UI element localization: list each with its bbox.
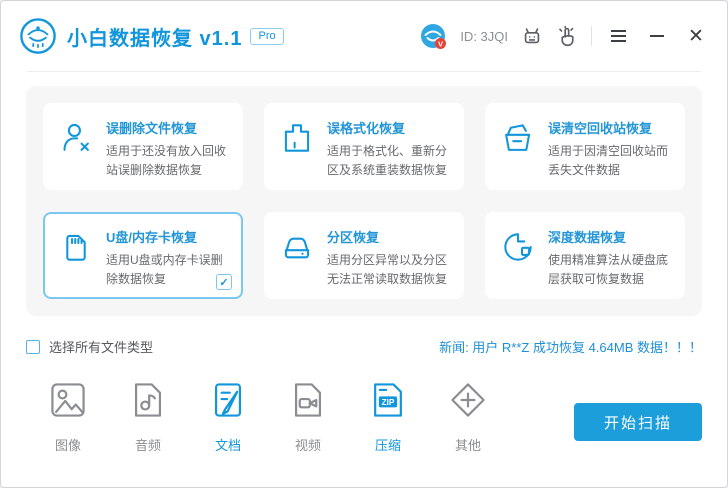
card-desc: 适用分区异常以及分区无法正常读取数据恢复 (327, 253, 448, 286)
filetype-label: 压缩 (374, 438, 401, 454)
card-text: 误格式化恢复 适用于格式化、重新分区及系统重装数据恢复 (327, 116, 452, 179)
card-desc: 适用于因清空回收站而丢失文件数据 (548, 144, 669, 177)
image-file-icon (46, 378, 90, 422)
bottom-row: 图像 音频 文档 视频 ZIP 压缩 其他 开始扫描 (26, 378, 702, 454)
app-logo-icon (19, 17, 57, 55)
video-file-icon (286, 378, 330, 422)
filetype-list: 图像 音频 文档 视频 ZIP 压缩 其他 (26, 378, 508, 454)
select-all-label: 选择所有文件类型 (49, 340, 154, 356)
card-recycle-bin-recovery[interactable]: 误清空回收站恢复 适用于因清空回收站而丢失文件数据 (485, 103, 685, 191)
document-file-icon (206, 378, 250, 422)
card-text: U盘/内存卡恢复 适用U盘或内存卡误删除数据恢复 (106, 225, 231, 288)
user-id-label: ID: 3JQI (460, 28, 508, 44)
card-format-recovery[interactable]: 误格式化恢复 适用于格式化、重新分区及系统重装数据恢复 (264, 103, 464, 191)
card-desc: 适用U盘或内存卡误删除数据恢复 (106, 253, 223, 286)
card-text: 深度数据恢复 使用精准算法从硬盘底层获取可恢复数据 (548, 225, 673, 288)
card-partition-recovery[interactable]: 分区恢复 适用分区异常以及分区无法正常读取数据恢复 (264, 212, 464, 300)
filetype-image[interactable]: 图像 (28, 378, 108, 454)
select-all-filetypes: 选择所有文件类型 (26, 337, 153, 356)
deep-scan-icon (499, 225, 537, 288)
filetype-label: 视频 (294, 438, 321, 454)
filetype-label: 音频 (134, 438, 161, 454)
zip-badge-text: ZIP (382, 398, 395, 407)
filetype-other[interactable]: 其他 (428, 378, 508, 454)
card-deleted-file-recovery[interactable]: 误删除文件恢复 适用于还没有放入回收站误删除数据恢复 (43, 103, 243, 191)
filetype-label: 其他 (454, 438, 481, 454)
format-drive-icon (278, 116, 316, 179)
close-button[interactable]: ✕ (683, 23, 709, 49)
card-deep-recovery[interactable]: 深度数据恢复 使用精准算法从硬盘底层获取可恢复数据 (485, 212, 685, 300)
card-usb-memory-card-recovery[interactable]: U盘/内存卡恢复 适用U盘或内存卡误删除数据恢复 ✓ (43, 212, 243, 300)
card-text: 分区恢复 适用分区异常以及分区无法正常读取数据恢复 (327, 225, 452, 288)
select-all-checkbox[interactable] (26, 339, 40, 354)
titlebar-actions: V ID: 3JQI ✕ (420, 23, 709, 50)
card-desc: 使用精准算法从硬盘底层获取可恢复数据 (548, 253, 669, 286)
card-title: 误清空回收站恢复 (548, 121, 653, 136)
card-desc: 适用于格式化、重新分区及系统重装数据恢复 (327, 144, 448, 177)
titlebar: 小白数据恢复 v1.1 Pro V ID: 3JQI ✕ (1, 1, 727, 71)
filetype-label: 图像 (54, 438, 81, 454)
titlebar-separator (591, 26, 592, 46)
minimize-button[interactable] (644, 23, 670, 49)
card-title: 分区恢复 (327, 230, 380, 246)
menu-button[interactable] (605, 23, 631, 49)
filetype-video[interactable]: 视频 (268, 378, 348, 454)
start-scan-button[interactable]: 开始扫描 (574, 403, 702, 442)
recovery-modes-panel: 误删除文件恢复 适用于还没有放入回收站误删除数据恢复 误格式化恢复 适用于格式化… (26, 86, 702, 317)
user-avatar[interactable]: V (420, 23, 447, 50)
avatar-badge: V (438, 39, 443, 48)
audio-file-icon (126, 378, 170, 422)
app-title: 小白数据恢复 v1.1 (67, 27, 243, 50)
card-title: 误格式化恢复 (327, 121, 406, 136)
hard-drive-icon (278, 225, 316, 288)
pro-badge: Pro (250, 27, 284, 45)
card-desc: 适用于还没有放入回收站误删除数据恢复 (106, 144, 227, 177)
filetype-archive[interactable]: ZIP 压缩 (348, 378, 428, 454)
robot-assistant-icon[interactable] (521, 25, 543, 47)
sd-card-icon (57, 225, 95, 288)
filetype-document[interactable]: 文档 (188, 378, 268, 454)
card-title: U盘/内存卡恢复 (106, 230, 198, 246)
filetype-audio[interactable]: 音频 (108, 378, 188, 454)
options-row: 选择所有文件类型 新闻: 用户 R**Z 成功恢复 4.64MB 数据！！！ (26, 337, 702, 356)
app-window: 小白数据恢复 v1.1 Pro V ID: 3JQI ✕ 误删除文件恢复 适用于… (0, 0, 728, 488)
zip-file-icon: ZIP (366, 378, 410, 422)
user-x-icon (57, 116, 95, 179)
hand-click-icon[interactable] (556, 25, 578, 47)
other-file-icon (446, 378, 490, 422)
card-text: 误清空回收站恢复 适用于因清空回收站而丢失文件数据 (548, 116, 673, 179)
card-title: 误删除文件恢复 (106, 121, 198, 136)
recycle-bin-icon (499, 116, 537, 179)
card-checkbox-checked[interactable]: ✓ (216, 274, 232, 291)
titlebar-divider (26, 71, 702, 72)
card-title: 深度数据恢复 (548, 230, 627, 246)
card-text: 误删除文件恢复 适用于还没有放入回收站误删除数据恢复 (106, 116, 231, 179)
filetype-label: 文档 (214, 438, 241, 454)
news-ticker: 新闻: 用户 R**Z 成功恢复 4.64MB 数据！！！ (439, 340, 702, 356)
